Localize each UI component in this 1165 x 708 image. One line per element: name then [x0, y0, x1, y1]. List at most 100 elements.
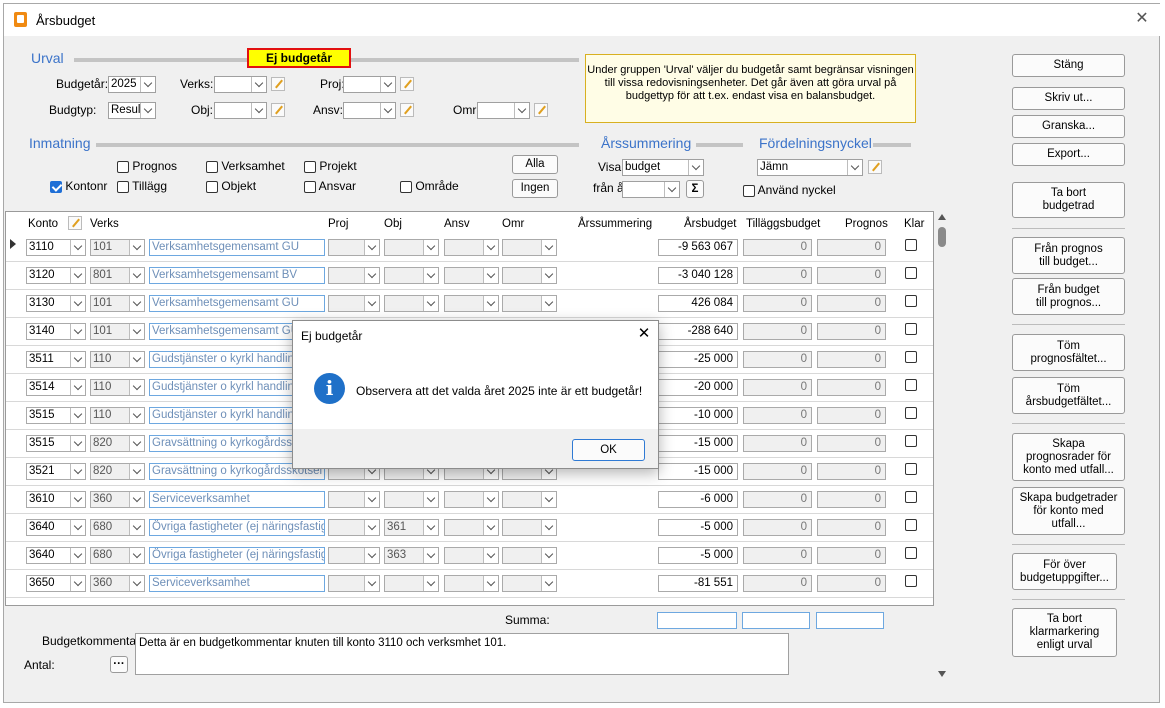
edit-pencil-icon[interactable]: [400, 77, 414, 91]
scroll-down-icon[interactable]: [938, 671, 946, 677]
verks-cell[interactable]: 680: [90, 519, 145, 536]
chevron-down-icon[interactable]: [129, 520, 144, 535]
chevron-down-icon[interactable]: [483, 576, 498, 591]
chevron-down-icon[interactable]: [129, 436, 144, 451]
chevron-down-icon[interactable]: [423, 296, 438, 311]
table-row[interactable]: 3130 101 Verksamhetsgemensamt GU 426 084 0 0: [6, 290, 933, 318]
chevron-down-icon[interactable]: [483, 520, 498, 535]
chevron-down-icon[interactable]: [70, 352, 85, 367]
chevron-down-icon[interactable]: [129, 464, 144, 479]
proj-cell[interactable]: [328, 491, 380, 508]
klar-checkbox[interactable]: [905, 267, 917, 279]
omr-cell[interactable]: [502, 547, 557, 564]
table-row[interactable]: 3110 101 Verksamhetsgemensamt GU -9 563 067…: [6, 234, 933, 262]
omrade-checkbox[interactable]: Område: [400, 179, 459, 193]
ansvar-checkbox[interactable]: Ansvar: [304, 179, 356, 193]
vertical-scrollbar[interactable]: [934, 211, 950, 681]
prognos-cell[interactable]: 0: [817, 463, 886, 480]
chevron-down-icon[interactable]: [541, 548, 556, 563]
omr-cell[interactable]: [502, 575, 557, 592]
obj-cell[interactable]: [384, 491, 439, 508]
arsbudget-cell[interactable]: 426 084: [658, 295, 738, 312]
chevron-down-icon[interactable]: [380, 77, 395, 92]
prognos-cell[interactable]: 0: [817, 295, 886, 312]
chevron-down-icon[interactable]: [70, 464, 85, 479]
alla-button[interactable]: Alla: [512, 155, 558, 174]
chevron-down-icon[interactable]: [423, 576, 438, 591]
col-prognos[interactable]: Prognos: [845, 218, 888, 230]
ansv-cell[interactable]: [444, 267, 499, 284]
col-arsbudget[interactable]: Årsbudget: [684, 218, 736, 230]
verks-name-cell[interactable]: Verksamhetsgemensamt GU: [149, 239, 325, 256]
chevron-down-icon[interactable]: [140, 103, 155, 118]
arsbudget-cell[interactable]: -20 000: [658, 379, 738, 396]
proj-cell[interactable]: [328, 239, 380, 256]
chevron-down-icon[interactable]: [129, 324, 144, 339]
chevron-down-icon[interactable]: [129, 296, 144, 311]
export-button[interactable]: Export...: [1012, 143, 1125, 166]
arsbudget-cell[interactable]: -3 040 128: [658, 267, 738, 284]
klar-checkbox[interactable]: [905, 295, 917, 307]
arsbudget-cell[interactable]: -10 000: [658, 407, 738, 424]
antal-more-button[interactable]: ···: [110, 656, 128, 673]
chevron-down-icon[interactable]: [423, 548, 438, 563]
chevron-down-icon[interactable]: [541, 268, 556, 283]
verks-cell[interactable]: 110: [90, 379, 145, 396]
verks-cell[interactable]: 101: [90, 239, 145, 256]
table-row[interactable]: 3610 360 Serviceverksamhet -6 000 0 0: [6, 486, 933, 514]
verks-cell[interactable]: 110: [90, 407, 145, 424]
skapa-budgetrader-button[interactable]: Skapa budgetrader för konto med utfall..…: [1012, 487, 1125, 535]
arsbudget-cell[interactable]: -5 000: [658, 547, 738, 564]
verks-name-cell[interactable]: Verksamhetsgemensamt GU: [149, 295, 325, 312]
chevron-down-icon[interactable]: [251, 77, 266, 92]
tillaggsbudget-cell[interactable]: 0: [743, 379, 812, 396]
tillaggsbudget-cell[interactable]: 0: [743, 267, 812, 284]
konto-cell[interactable]: 3610: [26, 491, 86, 508]
chevron-down-icon[interactable]: [364, 576, 379, 591]
ansv-cell[interactable]: [444, 547, 499, 564]
verks-cell[interactable]: 680: [90, 547, 145, 564]
chevron-down-icon[interactable]: [129, 408, 144, 423]
omr-cell[interactable]: [502, 239, 557, 256]
tillaggsbudget-cell[interactable]: 0: [743, 491, 812, 508]
chevron-down-icon[interactable]: [514, 103, 529, 118]
prognos-cell[interactable]: 0: [817, 351, 886, 368]
arsbudget-cell[interactable]: -15 000: [658, 435, 738, 452]
tillaggsbudget-cell[interactable]: 0: [743, 323, 812, 340]
tillaggsbudget-cell[interactable]: 0: [743, 435, 812, 452]
col-omr[interactable]: Omr: [502, 218, 524, 230]
tom-arsbudget-button[interactable]: Töm årsbudgetfältet...: [1012, 377, 1125, 414]
klar-checkbox[interactable]: [905, 351, 917, 363]
fordelningsnyckel-combo[interactable]: Jämn: [757, 159, 863, 176]
verks-name-cell[interactable]: Övriga fastigheter (ej näringsfastighe: [149, 519, 325, 536]
chevron-down-icon[interactable]: [483, 492, 498, 507]
chevron-down-icon[interactable]: [70, 296, 85, 311]
chevron-down-icon[interactable]: [688, 160, 703, 175]
edit-pencil-icon[interactable]: [68, 216, 82, 230]
prognos-cell[interactable]: 0: [817, 547, 886, 564]
scroll-up-icon[interactable]: [938, 214, 946, 220]
tom-prognos-button[interactable]: Töm prognosfältet...: [1012, 334, 1125, 371]
budgetar-combo[interactable]: 2025: [108, 76, 156, 93]
omr-combo[interactable]: [477, 102, 530, 119]
col-tillaggsbudget[interactable]: Tilläggsbudget: [746, 218, 820, 230]
arsbudget-cell[interactable]: -288 640: [658, 323, 738, 340]
omr-cell[interactable]: [502, 519, 557, 536]
proj-cell[interactable]: [328, 519, 380, 536]
kontonr-checkbox[interactable]: Kontonr: [50, 179, 107, 193]
verksamhet-checkbox[interactable]: Verksamhet: [206, 159, 285, 173]
chevron-down-icon[interactable]: [847, 160, 862, 175]
chevron-down-icon[interactable]: [70, 576, 85, 591]
prognos-cell[interactable]: 0: [817, 323, 886, 340]
konto-cell[interactable]: 3521: [26, 463, 86, 480]
verks-name-cell[interactable]: Serviceverksamhet: [149, 575, 325, 592]
chevron-down-icon[interactable]: [423, 268, 438, 283]
konto-cell[interactable]: 3515: [26, 407, 86, 424]
klar-checkbox[interactable]: [905, 519, 917, 531]
chevron-down-icon[interactable]: [483, 240, 498, 255]
proj-cell[interactable]: [328, 575, 380, 592]
arsbudget-cell[interactable]: -15 000: [658, 463, 738, 480]
objekt-checkbox[interactable]: Objekt: [206, 179, 256, 193]
konto-cell[interactable]: 3650: [26, 575, 86, 592]
chevron-down-icon[interactable]: [364, 268, 379, 283]
